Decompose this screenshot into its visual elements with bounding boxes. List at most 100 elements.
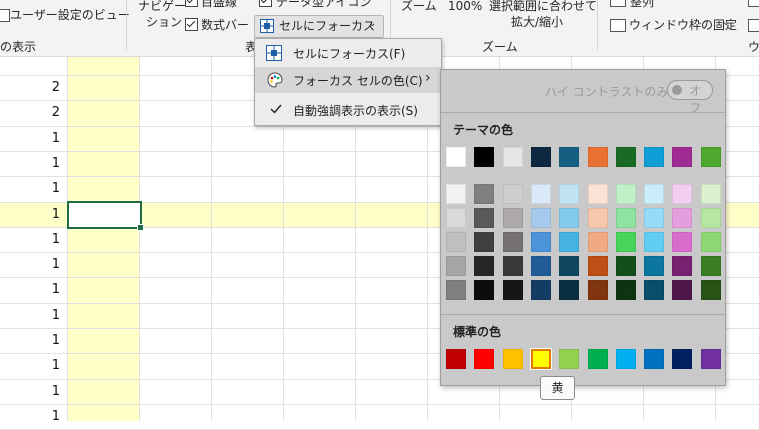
theme-shade-swatch[interactable] bbox=[531, 208, 551, 228]
theme-shade-swatch[interactable] bbox=[701, 208, 721, 228]
theme-shade-swatch[interactable] bbox=[588, 208, 608, 228]
theme-color-swatch[interactable] bbox=[446, 147, 466, 167]
standard-color-swatch[interactable] bbox=[559, 349, 579, 369]
theme-shade-swatch[interactable] bbox=[672, 256, 692, 276]
formula-bar-checkbox[interactable] bbox=[185, 18, 198, 31]
cell-value[interactable]: 1 bbox=[0, 181, 60, 197]
cell-value[interactable]: 1 bbox=[0, 232, 60, 248]
freeze-panes-button[interactable]: ウィンドウ枠の固定 bbox=[629, 17, 737, 33]
theme-shade-swatch[interactable] bbox=[474, 184, 494, 204]
data-type-icon-checkbox[interactable] bbox=[259, 0, 272, 7]
theme-color-swatch[interactable] bbox=[474, 147, 494, 167]
theme-shade-swatch[interactable] bbox=[446, 184, 466, 204]
theme-shade-swatch[interactable] bbox=[616, 256, 636, 276]
gridlines-checkbox[interactable] bbox=[185, 0, 198, 7]
theme-shade-swatch[interactable] bbox=[531, 256, 551, 276]
theme-shade-swatch[interactable] bbox=[446, 232, 466, 252]
cell-value[interactable]: 1 bbox=[0, 384, 60, 400]
standard-color-swatch[interactable] bbox=[474, 349, 494, 369]
theme-shade-swatch[interactable] bbox=[503, 232, 523, 252]
theme-shade-swatch[interactable] bbox=[446, 208, 466, 228]
standard-color-swatch[interactable] bbox=[672, 349, 692, 369]
theme-shade-swatch[interactable] bbox=[672, 280, 692, 300]
cell-value[interactable]: 1 bbox=[0, 257, 60, 273]
theme-shade-swatch[interactable] bbox=[644, 208, 664, 228]
cell-value[interactable]: 2 bbox=[0, 80, 60, 96]
theme-shade-swatch[interactable] bbox=[588, 256, 608, 276]
cell-value[interactable]: 1 bbox=[0, 282, 60, 298]
theme-color-swatch[interactable] bbox=[701, 147, 721, 167]
standard-color-swatch[interactable] bbox=[588, 349, 608, 369]
theme-shade-swatch[interactable] bbox=[474, 232, 494, 252]
navigation-button[interactable]: ナビゲー bbox=[138, 0, 186, 14]
cell-value[interactable]: 1 bbox=[0, 358, 60, 374]
theme-shade-swatch[interactable] bbox=[474, 256, 494, 276]
theme-shade-swatch[interactable] bbox=[588, 280, 608, 300]
theme-shade-swatch[interactable] bbox=[531, 232, 551, 252]
theme-shade-swatch[interactable] bbox=[474, 280, 494, 300]
theme-shade-swatch[interactable] bbox=[588, 184, 608, 204]
theme-shade-swatch[interactable] bbox=[616, 232, 636, 252]
theme-shade-swatch[interactable] bbox=[616, 280, 636, 300]
theme-shade-swatch[interactable] bbox=[672, 208, 692, 228]
menu-item-auto-highlight[interactable]: 自動強調表示の表示(S) bbox=[255, 97, 441, 123]
zoom-100-button[interactable]: 100% bbox=[448, 0, 482, 14]
theme-color-swatch[interactable] bbox=[503, 147, 523, 167]
theme-shade-swatch[interactable] bbox=[531, 280, 551, 300]
active-cell[interactable] bbox=[67, 201, 142, 229]
theme-shade-swatch[interactable] bbox=[644, 256, 664, 276]
theme-shade-swatch[interactable] bbox=[644, 280, 664, 300]
cell-value[interactable]: 1 bbox=[0, 156, 60, 172]
high-contrast-toggle[interactable]: オフ bbox=[667, 80, 713, 115]
theme-color-swatch[interactable] bbox=[672, 147, 692, 167]
theme-shade-swatch[interactable] bbox=[701, 184, 721, 204]
theme-shade-swatch[interactable] bbox=[672, 184, 692, 204]
theme-shade-swatch[interactable] bbox=[559, 184, 579, 204]
zoom-selection-button[interactable]: 選択範囲に合わせて bbox=[489, 0, 597, 14]
theme-shade-swatch[interactable] bbox=[559, 280, 579, 300]
arrange-all-button[interactable]: 整列 bbox=[630, 0, 654, 10]
theme-shade-swatch[interactable] bbox=[503, 256, 523, 276]
theme-shade-swatch[interactable] bbox=[672, 232, 692, 252]
standard-color-swatch[interactable] bbox=[446, 349, 466, 369]
zoom-selection-button-line2[interactable]: 拡大/縮小 bbox=[511, 14, 563, 30]
theme-shade-swatch[interactable] bbox=[701, 232, 721, 252]
theme-shade-swatch[interactable] bbox=[644, 184, 664, 204]
theme-shade-swatch[interactable] bbox=[588, 232, 608, 252]
standard-color-swatch[interactable] bbox=[503, 349, 523, 369]
theme-shade-swatch[interactable] bbox=[644, 232, 664, 252]
standard-color-swatch[interactable] bbox=[644, 349, 664, 369]
cell-value[interactable]: 2 bbox=[0, 105, 60, 121]
cell-value[interactable]: 1 bbox=[0, 409, 60, 425]
standard-color-swatch[interactable] bbox=[701, 349, 721, 369]
theme-shade-swatch[interactable] bbox=[559, 256, 579, 276]
focus-cell-dropdown-button[interactable]: セルにフォーカス ⌄ bbox=[254, 15, 384, 38]
theme-shade-swatch[interactable] bbox=[503, 280, 523, 300]
theme-shade-swatch[interactable] bbox=[503, 208, 523, 228]
cell-value[interactable]: 1 bbox=[0, 131, 60, 147]
theme-color-swatch[interactable] bbox=[588, 147, 608, 167]
cell-value[interactable]: 1 bbox=[0, 308, 60, 324]
theme-shade-swatch[interactable] bbox=[701, 280, 721, 300]
zoom-button[interactable]: ズーム bbox=[401, 0, 437, 14]
standard-color-swatch[interactable] bbox=[616, 349, 636, 369]
theme-shade-swatch[interactable] bbox=[559, 208, 579, 228]
theme-shade-swatch[interactable] bbox=[531, 184, 551, 204]
theme-shade-swatch[interactable] bbox=[474, 208, 494, 228]
standard-color-swatch-selected[interactable] bbox=[530, 348, 552, 370]
menu-item-focus-cell-color[interactable]: フォーカス セルの色(C) › bbox=[255, 67, 441, 93]
cell-value[interactable]: 1 bbox=[0, 207, 60, 223]
menu-item-focus-cell[interactable]: セルにフォーカス(F) bbox=[255, 40, 441, 66]
theme-shade-swatch[interactable] bbox=[446, 280, 466, 300]
theme-shade-swatch[interactable] bbox=[446, 256, 466, 276]
theme-shade-swatch[interactable] bbox=[701, 256, 721, 276]
theme-shade-swatch[interactable] bbox=[616, 208, 636, 228]
theme-shade-swatch[interactable] bbox=[559, 232, 579, 252]
theme-color-swatch[interactable] bbox=[616, 147, 636, 167]
theme-color-swatch[interactable] bbox=[531, 147, 551, 167]
theme-color-swatch[interactable] bbox=[644, 147, 664, 167]
theme-shade-swatch[interactable] bbox=[503, 184, 523, 204]
theme-color-swatch[interactable] bbox=[559, 147, 579, 167]
fill-handle[interactable] bbox=[137, 224, 144, 231]
theme-shade-swatch[interactable] bbox=[616, 184, 636, 204]
